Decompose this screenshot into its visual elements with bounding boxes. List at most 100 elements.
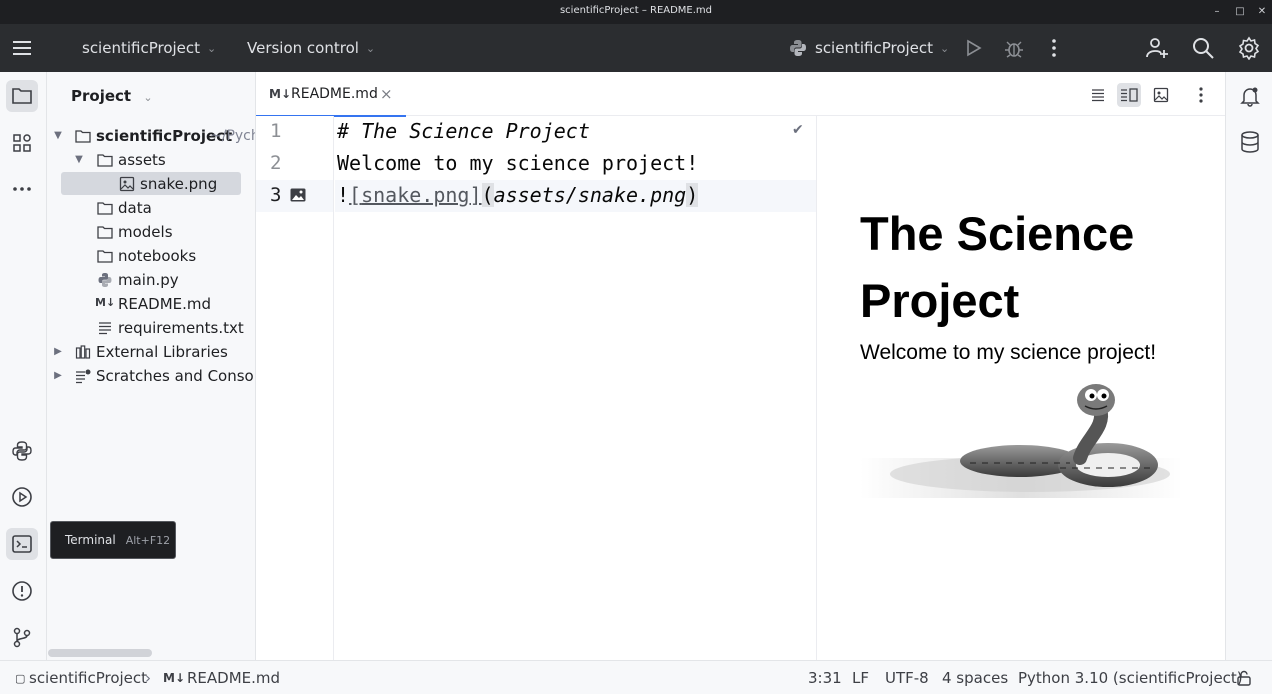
python-file-icon [98,272,112,287]
indent-setting[interactable]: 4 spaces [942,669,1008,687]
close-window-icon[interactable]: ✕ [1254,4,1270,20]
tree-item-requirements[interactable]: requirements.txt [47,316,255,339]
caret-position[interactable]: 3:31 [808,669,842,687]
check-icon: ✔ [792,122,804,138]
code-token: ] [469,183,482,207]
project-panel-scrollbar[interactable] [48,649,152,657]
scratches-icon [76,369,91,383]
split-view-icon[interactable] [1117,83,1141,107]
tree-item-external-libraries[interactable]: ▶ External Libraries [47,340,255,363]
tree-item-notebooks[interactable]: notebooks [47,244,255,267]
code-token: ! [337,183,350,207]
tree-item-main-py[interactable]: main.py [47,268,255,291]
folder-icon[interactable] [6,80,38,112]
maximize-icon[interactable]: □ [1232,4,1248,20]
debug-icon[interactable] [1002,36,1026,60]
database-icon[interactable] [1236,128,1264,156]
tree-item-label: models [118,222,173,241]
chevron-down-icon: ⌄ [207,41,217,55]
code-token: ) [686,183,699,207]
project-square-icon: ▢ [15,672,26,685]
tree-item-assets[interactable]: ▼ assets [47,148,255,171]
hamburger-icon[interactable] [10,36,34,60]
tree-item-label: notebooks [118,246,197,265]
preview-paragraph: Welcome to my science project! [860,341,1157,364]
markdown-icon: M↓ [95,296,116,309]
editor-only-view-icon[interactable] [1086,83,1110,107]
editor-area: M↓ README.md × 1 2 3 # The Science Proje… [256,72,1225,660]
search-icon[interactable] [1191,36,1215,60]
code-line-2: Welcome to my science project! [337,151,699,175]
image-icon [119,176,135,191]
editor-tab-bar: M↓ README.md × [256,72,1225,117]
project-panel-header[interactable]: Project ⌄ [71,87,153,105]
line-number: 3 [270,184,282,206]
tree-item-label: requirements.txt [118,318,244,337]
folder-icon [75,129,91,143]
problems-icon[interactable] [6,575,38,607]
project-panel-title: Project [71,87,132,105]
tree-item-label: README.md [118,294,212,313]
close-icon[interactable]: × [380,85,393,103]
python-console-icon[interactable] [6,435,38,467]
tree-item-label: main.py [118,270,179,289]
libraries-icon [75,344,91,359]
tree-root[interactable]: ▼ scientificProject ~/PycharmProjects/sc… [47,124,255,147]
run-config-selector[interactable]: scientificProject ⌄ [789,24,949,72]
run-icon[interactable] [961,36,985,60]
title-bar: scientificProject – README.md – □ ✕ [0,0,1272,24]
vcs-selector[interactable]: Version control ⌄ [247,24,375,72]
code-token: snake.png [361,183,470,207]
markdown-icon: M↓ [269,87,291,101]
more-horizontal-icon[interactable] [6,173,38,205]
markdown-preview: The Science Project Welcome to my scienc… [816,116,1225,660]
breadcrumb-file[interactable]: README.md [187,669,280,687]
tab-readme[interactable]: M↓ README.md × [256,72,406,117]
tree-item-label: assets [118,150,166,169]
python-interpreter[interactable]: Python 3.10 (scientificProject) [1018,669,1243,687]
git-icon[interactable] [6,621,38,653]
tree-item-label: snake.png [140,174,218,193]
code-editor[interactable]: # The Science Project Welcome to my scie… [335,116,816,660]
chevron-down-icon[interactable]: ▼ [52,130,64,141]
tree-item-readme[interactable]: M↓ README.md [47,292,255,315]
text-file-icon [99,321,111,334]
tree-item-label: Scratches and Consoles [96,366,255,385]
snake-image [860,384,1182,498]
minimize-icon[interactable]: – [1209,4,1225,20]
line-separator[interactable]: LF [852,669,869,687]
more-vertical-icon[interactable] [1189,83,1213,107]
chevron-right-icon[interactable]: ▶ [52,370,64,381]
lock-icon[interactable] [1236,670,1252,686]
breadcrumb-project[interactable]: scientificProject [29,669,147,687]
code-token: [ [349,183,362,207]
folder-icon [97,249,113,263]
file-encoding[interactable]: UTF-8 [885,669,929,687]
code-token: ( [481,183,494,207]
code-token: assets/snake.png [493,183,687,207]
add-user-icon[interactable] [1145,36,1169,60]
tooltip-label: Terminal [65,533,116,547]
image-icon[interactable] [290,188,306,202]
project-selector[interactable]: scientificProject ⌄ [82,24,216,72]
breadcrumb-separator-icon: › [145,669,151,687]
tree-item-snake-png[interactable]: snake.png [61,172,241,195]
services-icon[interactable] [6,481,38,513]
bell-icon[interactable] [1236,82,1264,110]
code-line-3: ![snake.png](assets/snake.png) [337,183,699,207]
tab-label: README.md [291,86,378,102]
folder-icon [97,225,113,239]
terminal-icon[interactable] [6,528,38,560]
tree-item-models[interactable]: models [47,220,255,243]
preview-only-view-icon[interactable] [1149,83,1173,107]
folder-icon [97,201,113,215]
folder-icon [97,153,113,167]
more-vertical-icon[interactable] [1042,36,1066,60]
tree-item-data[interactable]: data [47,196,255,219]
chevron-down-icon: ⌄ [143,91,153,104]
gear-icon[interactable] [1237,36,1261,61]
chevron-right-icon[interactable]: ▶ [52,346,64,357]
structure-icon[interactable] [6,127,38,159]
chevron-down-icon[interactable]: ▼ [73,154,85,165]
tree-item-scratches[interactable]: ▶ Scratches and Consoles [47,364,255,387]
